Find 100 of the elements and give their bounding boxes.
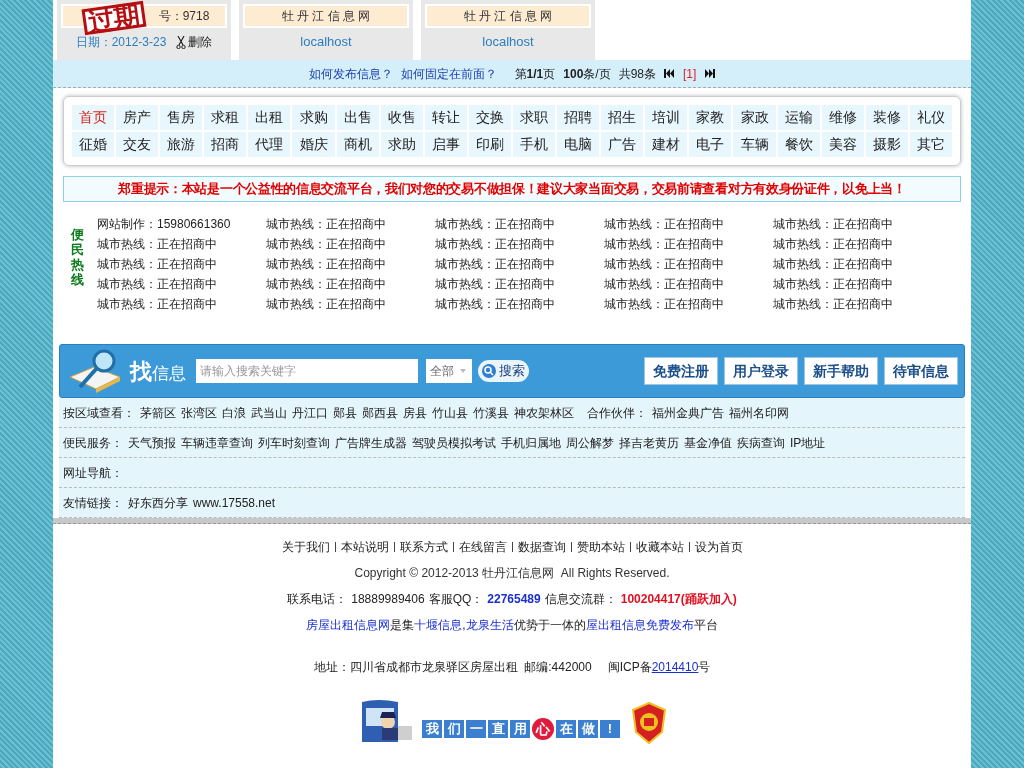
promo-link[interactable]: 十堰信息 bbox=[414, 616, 463, 634]
footer-link[interactable]: 本站说明 bbox=[340, 538, 389, 556]
row-link[interactable]: 白浪 bbox=[222, 403, 246, 422]
footer-link[interactable]: 在线留言 bbox=[458, 538, 507, 556]
card-link[interactable]: localhost bbox=[482, 28, 534, 56]
row-link[interactable]: 福州名印网 bbox=[729, 403, 789, 422]
category-link[interactable]: 求助 bbox=[380, 132, 423, 157]
row-link[interactable]: 手机归属地 bbox=[501, 433, 561, 452]
row-link[interactable]: 好东西分享 bbox=[128, 493, 188, 512]
card-title: 牡 丹 江 信 息 网 bbox=[425, 4, 591, 28]
category-link[interactable]: 交换 bbox=[468, 105, 511, 130]
row-link[interactable]: 天气预报 bbox=[128, 433, 176, 452]
action-button[interactable]: 免费注册 bbox=[644, 357, 718, 385]
page-link[interactable]: [1] bbox=[683, 64, 697, 83]
category-link[interactable]: 出售 bbox=[336, 105, 379, 130]
row-link[interactable]: 郧西县 bbox=[362, 403, 398, 422]
category-link[interactable]: 运输 bbox=[777, 105, 820, 130]
category-link[interactable]: 其它 bbox=[909, 132, 952, 157]
row-link[interactable]: www.17558.net bbox=[193, 493, 276, 512]
category-link[interactable]: 旅游 bbox=[160, 132, 203, 157]
row-link[interactable]: 丹江口 bbox=[292, 403, 328, 422]
search-button[interactable]: 搜索 bbox=[478, 360, 529, 382]
category-link[interactable]: 车辆 bbox=[733, 132, 776, 157]
category-link[interactable]: 美容 bbox=[821, 132, 864, 157]
category-link[interactable]: 首页 bbox=[72, 105, 115, 130]
category-link[interactable]: 印刷 bbox=[468, 132, 511, 157]
scope-select[interactable]: 全部 bbox=[426, 359, 472, 383]
search-field[interactable]: 请输入搜索关键字 bbox=[196, 359, 418, 383]
delete-button[interactable]: 删除 bbox=[176, 33, 213, 51]
row-link[interactable]: 车辆违章查询 bbox=[181, 433, 253, 452]
footer-link[interactable]: 赞助本站 bbox=[576, 538, 625, 556]
last-page-icon[interactable] bbox=[704, 69, 716, 78]
row-link[interactable]: 列车时刻查询 bbox=[258, 433, 330, 452]
row-link[interactable]: IP地址 bbox=[790, 433, 826, 452]
category-link[interactable]: 餐饮 bbox=[777, 132, 820, 157]
footer-link[interactable]: 收藏本站 bbox=[635, 538, 684, 556]
row-link[interactable]: 疾病查询 bbox=[737, 433, 785, 452]
row-link[interactable]: 择吉老黄历 bbox=[619, 433, 679, 452]
card-date: 日期：2012-3-23 bbox=[75, 34, 167, 51]
row-link[interactable]: 房县 bbox=[403, 403, 427, 422]
category-link[interactable]: 售房 bbox=[160, 105, 203, 130]
category-link[interactable]: 征婚 bbox=[72, 132, 115, 157]
row-label: 按区域查看： bbox=[63, 404, 135, 422]
category-link[interactable]: 摄影 bbox=[865, 132, 908, 157]
footer-link[interactable]: 数据查询 bbox=[517, 538, 566, 556]
row-link[interactable]: 基金净值 bbox=[684, 433, 732, 452]
category-link[interactable]: 家教 bbox=[689, 105, 732, 130]
icp-link[interactable]: 2014410 bbox=[651, 658, 699, 676]
category-link[interactable]: 求购 bbox=[292, 105, 335, 130]
action-button[interactable]: 新手帮助 bbox=[804, 357, 878, 385]
category-link[interactable]: 求职 bbox=[513, 105, 556, 130]
footer-link[interactable]: 联系方式 bbox=[399, 538, 448, 556]
row-link[interactable]: 郧县 bbox=[333, 403, 357, 422]
category-link[interactable]: 招聘 bbox=[557, 105, 600, 130]
category-link[interactable]: 家政 bbox=[733, 105, 776, 130]
category-link[interactable]: 广告 bbox=[601, 132, 644, 157]
row-label: 友情链接： bbox=[63, 494, 123, 512]
category-link[interactable]: 装修 bbox=[865, 105, 908, 130]
category-link[interactable]: 建材 bbox=[645, 132, 688, 157]
category-link[interactable]: 电子 bbox=[689, 132, 732, 157]
promo-link[interactable]: 房屋出租信息网 bbox=[306, 616, 391, 634]
footer-link[interactable]: 关于我们 bbox=[281, 538, 330, 556]
row-link[interactable]: 竹山县 bbox=[432, 403, 468, 422]
category-link[interactable]: 招商 bbox=[204, 132, 247, 157]
category-link[interactable]: 电脑 bbox=[557, 132, 600, 157]
category-link[interactable]: 婚庆 bbox=[292, 132, 335, 157]
promo-link[interactable]: 龙泉生活 bbox=[465, 616, 514, 634]
help-link[interactable]: 如何发布信息？ bbox=[308, 64, 393, 83]
category-link[interactable]: 房产 bbox=[116, 105, 159, 130]
category-link[interactable]: 求租 bbox=[204, 105, 247, 130]
row-link[interactable]: 竹溪县 bbox=[473, 403, 509, 422]
row-link[interactable]: 武当山 bbox=[251, 403, 287, 422]
promo-link[interactable]: 屋出租信息免费发布 bbox=[585, 616, 694, 634]
row-label: 网址导航： bbox=[63, 464, 123, 482]
row-link[interactable]: 广告牌生成器 bbox=[335, 433, 407, 452]
row-link[interactable]: 茅箭区 bbox=[140, 403, 176, 422]
action-button[interactable]: 用户登录 bbox=[724, 357, 798, 385]
help-link[interactable]: 如何固定在前面？ bbox=[400, 64, 497, 83]
category-link[interactable]: 交友 bbox=[116, 132, 159, 157]
row-link[interactable]: 张湾区 bbox=[181, 403, 217, 422]
first-page-icon[interactable] bbox=[664, 69, 676, 78]
row-link[interactable]: 福州金典广告 bbox=[652, 403, 724, 422]
category-link[interactable]: 手机 bbox=[513, 132, 556, 157]
join-link[interactable]: (踊跃加入) bbox=[680, 590, 737, 608]
category-link[interactable]: 商机 bbox=[336, 132, 379, 157]
footer-link[interactable]: 设为首页 bbox=[694, 538, 743, 556]
category-link[interactable]: 代理 bbox=[248, 132, 291, 157]
category-link[interactable]: 培训 bbox=[645, 105, 688, 130]
category-link[interactable]: 招生 bbox=[601, 105, 644, 130]
category-link[interactable]: 收售 bbox=[380, 105, 423, 130]
category-link[interactable]: 维修 bbox=[821, 105, 864, 130]
category-link[interactable]: 转让 bbox=[424, 105, 467, 130]
row-link[interactable]: 周公解梦 bbox=[566, 433, 614, 452]
row-link[interactable]: 驾驶员模拟考试 bbox=[412, 433, 496, 452]
category-link[interactable]: 启事 bbox=[424, 132, 467, 157]
action-button[interactable]: 待审信息 bbox=[884, 357, 958, 385]
row-link[interactable]: 神农架林区 bbox=[514, 403, 574, 422]
category-link[interactable]: 出租 bbox=[248, 105, 291, 130]
card-link[interactable]: localhost bbox=[300, 28, 352, 56]
category-link[interactable]: 礼仪 bbox=[909, 105, 952, 130]
